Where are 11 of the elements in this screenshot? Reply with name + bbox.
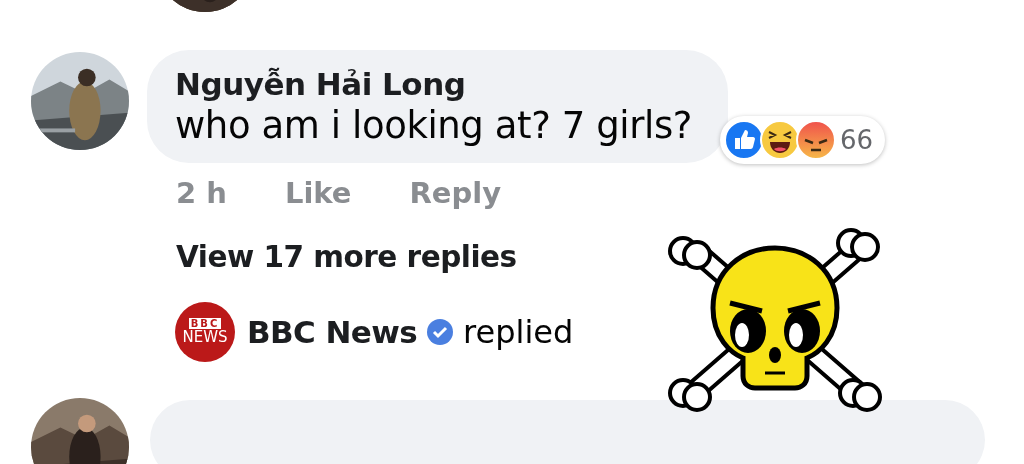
reply-link[interactable]: Reply (409, 176, 502, 210)
page-name: BBC News (247, 314, 418, 350)
angry-face-icon (796, 120, 837, 160)
comment-author: Nguyễn Hải Long (175, 66, 467, 102)
comment-time: 2 h (176, 176, 227, 210)
replied-label: replied (463, 313, 574, 351)
like-link[interactable]: Like (284, 176, 352, 210)
reactions-summary[interactable]: 66 (720, 116, 886, 164)
comment-text: who am i looking at? 7 girls? (175, 104, 693, 147)
news-logo: BBC NEWS (175, 302, 235, 362)
view-replies-link[interactable]: View 17 more replies (176, 240, 1024, 274)
